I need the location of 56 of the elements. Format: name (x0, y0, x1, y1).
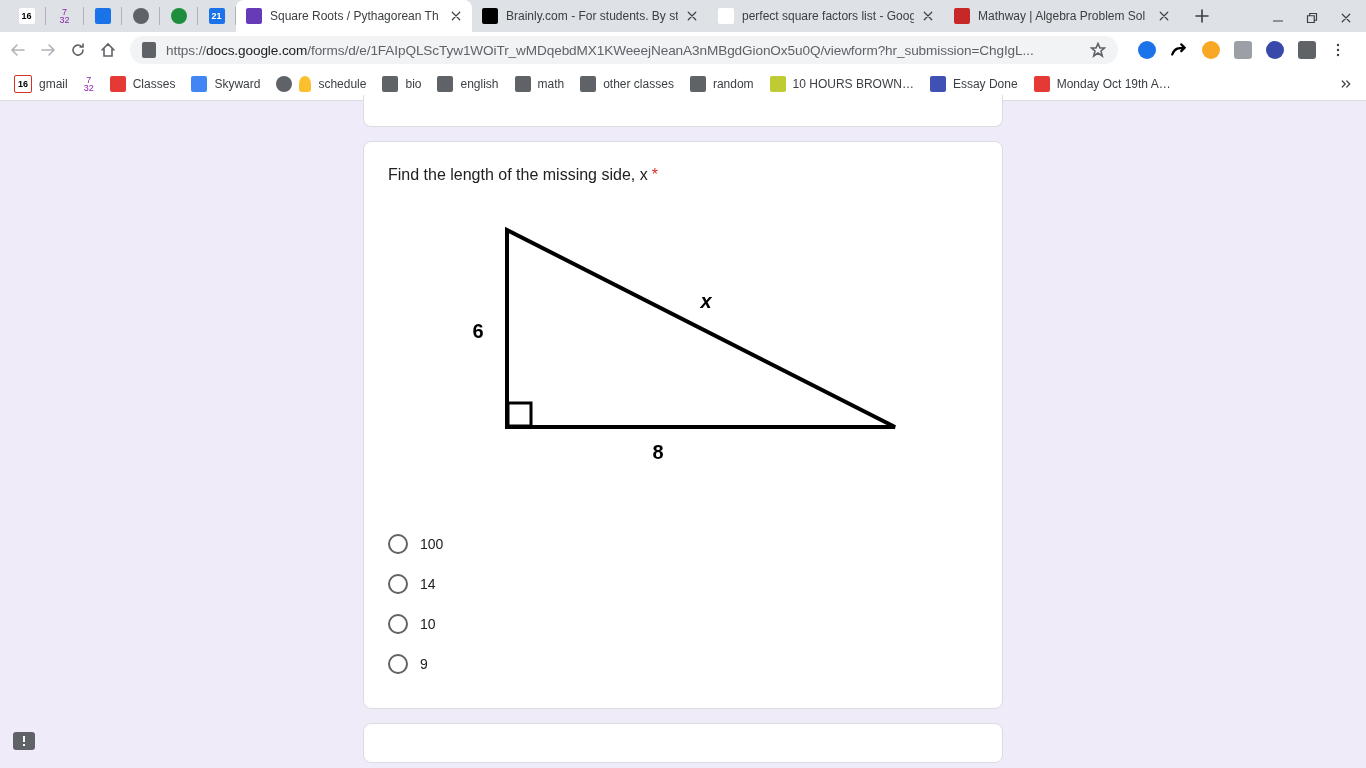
bookmark-link[interactable]: bio (405, 77, 422, 91)
option-label[interactable]: 10 (420, 616, 436, 632)
bookmark-link[interactable]: other classes (603, 77, 674, 91)
calendar-icon: 21 (208, 8, 225, 24)
radio-button[interactable] (388, 574, 408, 594)
restore-icon[interactable] (1306, 12, 1318, 24)
pinned-tab[interactable]: 21 (198, 7, 236, 25)
new-tab-icon[interactable] (1194, 8, 1210, 24)
site-icon (929, 76, 946, 92)
close-icon[interactable] (450, 10, 462, 22)
radio-button[interactable] (388, 534, 408, 554)
bookmark-link[interactable]: Classes (132, 77, 176, 91)
side-label: x (700, 290, 712, 312)
close-icon[interactable] (1158, 10, 1170, 22)
option-label[interactable]: 100 (420, 536, 444, 552)
home-icon[interactable] (100, 42, 116, 58)
option-label[interactable]: 9 (420, 656, 428, 672)
arrow-icon[interactable] (1170, 41, 1188, 59)
close-icon[interactable] (686, 10, 698, 22)
browser-tab[interactable]: Square Roots / Pythagorean Th (236, 0, 472, 32)
close-icon[interactable] (922, 10, 934, 22)
site-icon (769, 76, 786, 92)
browser-tab[interactable]: Mathway | Algebra Problem Sol (944, 0, 1180, 32)
bookmark-link[interactable]: Essay Done (952, 77, 1018, 91)
question-title: Find the length of the missing side, x * (388, 166, 659, 184)
bookmark-link[interactable]: gmail (39, 77, 68, 91)
bookmark-link[interactable]: schedule (318, 77, 367, 91)
pinned-tab[interactable]: 7 32 (46, 7, 84, 25)
site-icon (191, 76, 208, 92)
reload-icon[interactable] (70, 42, 86, 58)
pinned-tab[interactable]: 16 (8, 7, 46, 25)
bookmark-link[interactable]: Monday Oct 19th A… (1056, 77, 1171, 91)
bookmark-link[interactable]: Skyward (214, 77, 261, 91)
required-mark: * (651, 166, 658, 183)
fraction-icon: 7 32 (83, 76, 94, 92)
close-icon[interactable] (1340, 12, 1352, 24)
bell-icon (299, 76, 312, 92)
browser-tab[interactable]: Brainly.com - For students. By st (472, 0, 708, 32)
bookmark-link[interactable]: english (460, 77, 499, 91)
radio-button[interactable] (388, 654, 408, 674)
report-icon[interactable] (13, 732, 35, 750)
site-icon (1033, 76, 1050, 92)
site-icon (109, 76, 126, 92)
option-label[interactable]: 14 (420, 576, 436, 592)
star-icon[interactable] (1090, 42, 1106, 58)
bookmark-link[interactable]: math (537, 77, 565, 91)
radio-button[interactable] (388, 614, 408, 634)
bookmark-link[interactable]: 10 HOURS BROWN… (792, 77, 914, 91)
gmail-icon: 16 (18, 8, 35, 24)
side-label: 8 (652, 441, 664, 463)
more-icon[interactable] (1340, 78, 1352, 90)
side-label: 6 (472, 320, 484, 342)
fraction-icon: 7 32 (59, 8, 70, 24)
bookmark-link[interactable]: random (712, 77, 754, 91)
address-field[interactable]: https://docs.google.com/forms/d/e/1FAIpQLScTyw1WOiTr_wMDqebdMX1KWeeejNeanA3nMBgdGionOx5u0Q/viewform?hr_submission=ChgIgL... (130, 36, 1118, 64)
gmail-icon: 16 (14, 75, 32, 93)
